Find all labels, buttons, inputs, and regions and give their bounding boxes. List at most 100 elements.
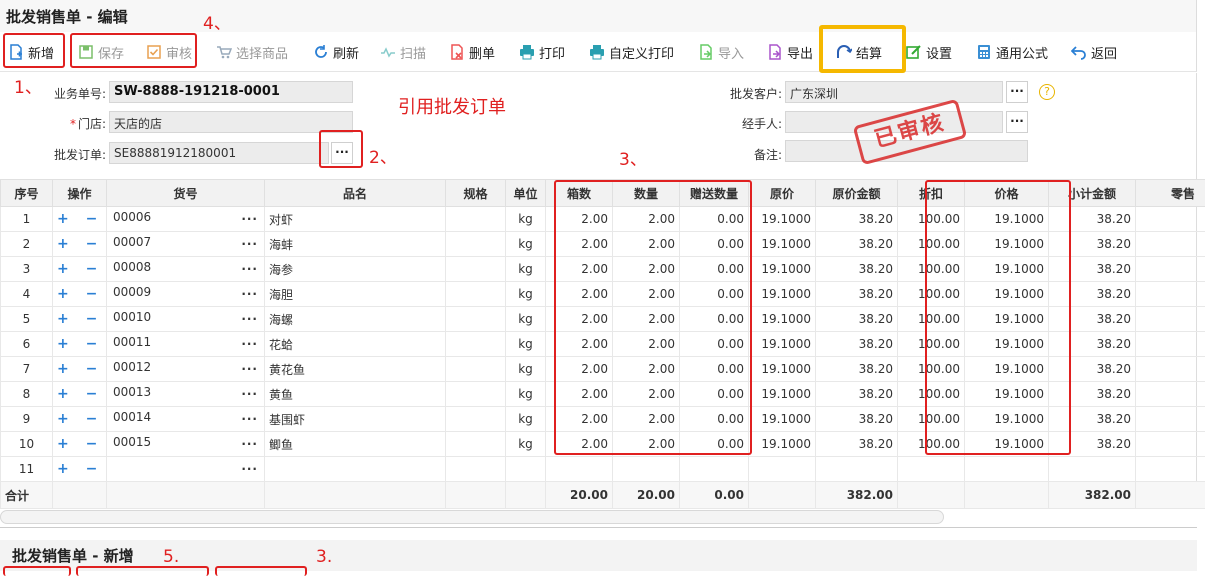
biz-no-field[interactable]: SW-8888-191218-0001 bbox=[109, 81, 353, 103]
price-cell[interactable]: 19.1000 bbox=[749, 432, 816, 457]
retail-cell[interactable] bbox=[1136, 432, 1205, 457]
name-cell[interactable]: 鲫鱼 bbox=[265, 432, 446, 457]
unit-cell[interactable]: kg bbox=[506, 332, 546, 357]
add-remove-row-icons[interactable]: + − bbox=[57, 286, 103, 302]
help-icon[interactable]: ? bbox=[1039, 84, 1055, 100]
no-cell[interactable]: 9 bbox=[1, 407, 53, 432]
print-button[interactable]: 打印 bbox=[519, 42, 565, 62]
unit-cell[interactable]: kg bbox=[506, 382, 546, 407]
add-remove-row-icons[interactable]: + − bbox=[57, 461, 103, 477]
no-cell[interactable]: 2 bbox=[1, 232, 53, 257]
amount-cell[interactable]: 38.20 bbox=[816, 382, 898, 407]
row-ops-cell[interactable]: + − bbox=[53, 432, 107, 457]
amount-cell[interactable] bbox=[816, 457, 898, 482]
spec-cell[interactable] bbox=[446, 432, 506, 457]
amount-cell[interactable]: 38.20 bbox=[816, 432, 898, 457]
select-goods-button[interactable]: 选择商品 bbox=[216, 42, 288, 62]
customer-field[interactable]: 广东深圳 bbox=[785, 81, 1003, 103]
amount-cell[interactable]: 38.20 bbox=[816, 257, 898, 282]
add-remove-row-icons[interactable]: + − bbox=[57, 236, 103, 252]
add-remove-row-icons[interactable]: + − bbox=[57, 436, 103, 452]
add-remove-row-icons[interactable]: + − bbox=[57, 386, 103, 402]
spec-cell[interactable] bbox=[446, 207, 506, 232]
unit-cell[interactable]: kg bbox=[506, 207, 546, 232]
add-remove-row-icons[interactable]: + − bbox=[57, 411, 103, 427]
name-cell[interactable]: 海参 bbox=[265, 257, 446, 282]
back-button[interactable]: 返回 bbox=[1071, 42, 1117, 62]
col-header[interactable]: 规格 bbox=[446, 180, 506, 207]
row-ops-cell[interactable]: + − bbox=[53, 357, 107, 382]
unit-cell[interactable]: kg bbox=[506, 432, 546, 457]
name-cell[interactable]: 花蛤 bbox=[265, 332, 446, 357]
code-picker-button[interactable]: ··· bbox=[241, 312, 258, 326]
retail-cell[interactable] bbox=[1136, 232, 1205, 257]
retail-cell[interactable] bbox=[1136, 407, 1205, 432]
price-cell[interactable]: 19.1000 bbox=[749, 407, 816, 432]
name-cell[interactable]: 对虾 bbox=[265, 207, 446, 232]
code-cell[interactable]: 00007··· bbox=[107, 232, 265, 257]
row-ops-cell[interactable]: + − bbox=[53, 382, 107, 407]
spec-cell[interactable] bbox=[446, 407, 506, 432]
row-ops-cell[interactable]: + − bbox=[53, 282, 107, 307]
price-cell[interactable]: 19.1000 bbox=[749, 232, 816, 257]
code-picker-button[interactable]: ··· bbox=[241, 437, 258, 451]
code-cell[interactable]: 00014··· bbox=[107, 407, 265, 432]
spec-cell[interactable] bbox=[446, 307, 506, 332]
scan-button[interactable]: 扫描 bbox=[380, 42, 426, 62]
row-ops-cell[interactable]: + − bbox=[53, 307, 107, 332]
retail-cell[interactable] bbox=[1136, 382, 1205, 407]
col-header[interactable]: 操作 bbox=[53, 180, 107, 207]
table-row[interactable]: 11+ −··· bbox=[1, 457, 1205, 482]
unit-cell[interactable] bbox=[506, 457, 546, 482]
unit-cell[interactable]: kg bbox=[506, 232, 546, 257]
spec-cell[interactable] bbox=[446, 282, 506, 307]
code-picker-button[interactable]: ··· bbox=[241, 212, 258, 226]
price-cell[interactable] bbox=[749, 457, 816, 482]
row-ops-cell[interactable]: + − bbox=[53, 257, 107, 282]
add-remove-row-icons[interactable]: + − bbox=[57, 361, 103, 377]
custom-print-button[interactable]: 自定义打印 bbox=[589, 42, 674, 62]
qty-cell[interactable] bbox=[613, 457, 680, 482]
refresh-button[interactable]: 刷新 bbox=[313, 42, 359, 62]
amount-cell[interactable]: 38.20 bbox=[816, 307, 898, 332]
code-cell[interactable]: 00015··· bbox=[107, 432, 265, 457]
boxes-cell[interactable] bbox=[546, 457, 613, 482]
add-remove-row-icons[interactable]: + − bbox=[57, 336, 103, 352]
col-header[interactable]: 零售 bbox=[1136, 180, 1205, 207]
no-cell[interactable]: 10 bbox=[1, 432, 53, 457]
amount-cell[interactable]: 38.20 bbox=[816, 207, 898, 232]
spec-cell[interactable] bbox=[446, 457, 506, 482]
no-cell[interactable]: 3 bbox=[1, 257, 53, 282]
export-button[interactable]: 导出 bbox=[767, 42, 813, 62]
amount-cell[interactable]: 38.20 bbox=[816, 232, 898, 257]
retail-cell[interactable] bbox=[1136, 457, 1205, 482]
col-header[interactable]: 原价 bbox=[749, 180, 816, 207]
horizontal-scrollbar[interactable] bbox=[0, 510, 944, 524]
retail-cell[interactable] bbox=[1136, 207, 1205, 232]
row-ops-cell[interactable]: + − bbox=[53, 332, 107, 357]
unit-cell[interactable]: kg bbox=[506, 407, 546, 432]
no-cell[interactable]: 6 bbox=[1, 332, 53, 357]
settings-button[interactable]: 设置 bbox=[906, 42, 952, 62]
retail-cell[interactable] bbox=[1136, 282, 1205, 307]
price-cell[interactable]: 19.1000 bbox=[749, 332, 816, 357]
row-ops-cell[interactable]: + − bbox=[53, 207, 107, 232]
spec-cell[interactable] bbox=[446, 357, 506, 382]
amount-cell[interactable]: 38.20 bbox=[816, 407, 898, 432]
no-cell[interactable]: 1 bbox=[1, 207, 53, 232]
code-cell[interactable]: 00011··· bbox=[107, 332, 265, 357]
retail-cell[interactable] bbox=[1136, 357, 1205, 382]
row-ops-cell[interactable]: + − bbox=[53, 457, 107, 482]
row-ops-cell[interactable]: + − bbox=[53, 232, 107, 257]
retail-cell[interactable] bbox=[1136, 257, 1205, 282]
no-cell[interactable]: 7 bbox=[1, 357, 53, 382]
handler-picker-button[interactable]: ··· bbox=[1006, 111, 1028, 133]
name-cell[interactable]: 基围虾 bbox=[265, 407, 446, 432]
code-cell[interactable]: ··· bbox=[107, 457, 265, 482]
retail-cell[interactable] bbox=[1136, 332, 1205, 357]
col-header[interactable]: 货号 bbox=[107, 180, 265, 207]
sale_price-cell[interactable] bbox=[965, 457, 1049, 482]
code-picker-button[interactable]: ··· bbox=[241, 462, 258, 476]
code-picker-button[interactable]: ··· bbox=[241, 237, 258, 251]
order-field[interactable]: SE88881912180001 bbox=[109, 142, 329, 164]
